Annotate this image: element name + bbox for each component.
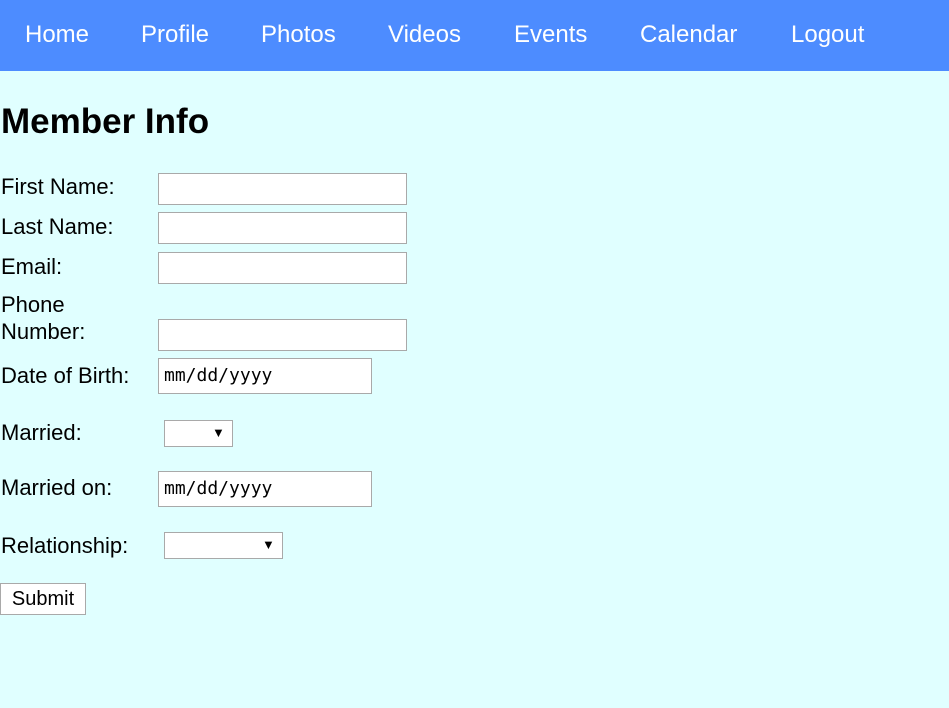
nav-link-calendar[interactable]: Calendar: [640, 20, 737, 50]
nav-bar: Home Profile Photos Videos Events Calend…: [0, 0, 949, 71]
last-name-label: Last Name:: [1, 214, 114, 239]
married-on-input[interactable]: mm/dd/yyyy: [158, 471, 372, 507]
nav-link-photos[interactable]: Photos: [261, 20, 336, 50]
married-on-placeholder: mm/dd/yyyy: [164, 478, 273, 499]
chevron-down-icon: ▼: [262, 537, 275, 552]
nav-link-videos[interactable]: Videos: [388, 20, 461, 50]
relationship-select[interactable]: ▼: [164, 532, 283, 559]
date-of-birth-placeholder: mm/dd/yyyy: [164, 365, 273, 386]
married-on-label: Married on:: [1, 475, 113, 500]
first-name-input[interactable]: [158, 173, 407, 205]
last-name-input[interactable]: [158, 212, 407, 244]
relationship-label: Relationship:: [1, 533, 129, 558]
email-input[interactable]: [158, 252, 407, 284]
nav-link-events[interactable]: Events: [514, 20, 587, 50]
phone-number-label: Phone Number:: [1, 292, 86, 344]
married-label: Married:: [1, 420, 82, 445]
phone-number-input[interactable]: [158, 319, 407, 351]
date-of-birth-input[interactable]: mm/dd/yyyy: [158, 358, 372, 394]
nav-link-home[interactable]: Home: [25, 20, 89, 50]
submit-button[interactable]: Submit: [0, 583, 86, 615]
chevron-down-icon: ▼: [212, 425, 225, 440]
nav-link-profile[interactable]: Profile: [141, 20, 209, 50]
married-select[interactable]: ▼: [164, 420, 233, 447]
page-title: Member Info: [1, 102, 210, 141]
first-name-label: First Name:: [1, 174, 115, 199]
nav-link-logout[interactable]: Logout: [791, 20, 864, 50]
date-of-birth-label: Date of Birth:: [1, 363, 130, 388]
email-label: Email:: [1, 254, 63, 279]
